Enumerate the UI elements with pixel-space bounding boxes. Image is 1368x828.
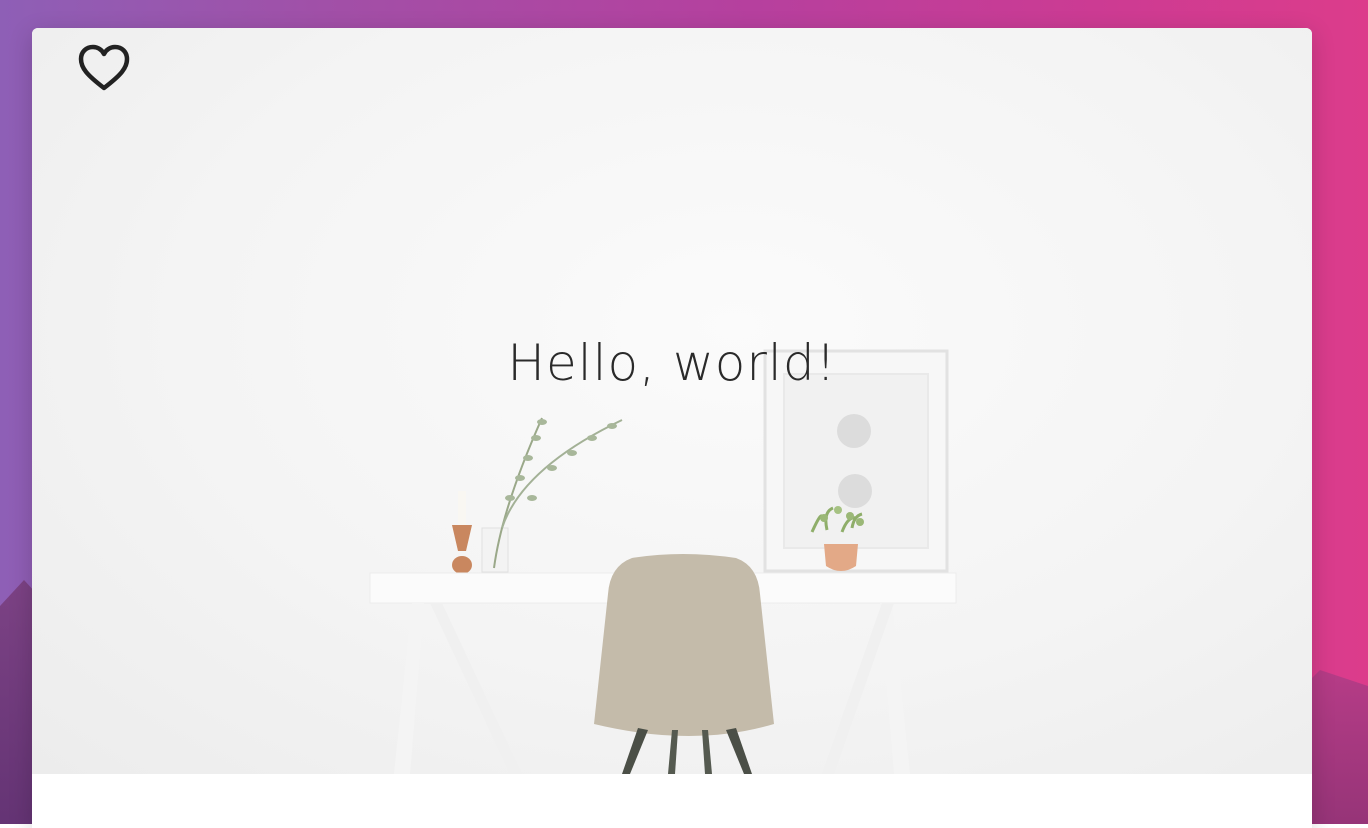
hero-desk-scene-image (369, 349, 957, 774)
beige-chair (594, 554, 774, 774)
glass-vase-with-eucalyptus (481, 417, 623, 573)
content-area (32, 774, 1312, 828)
hero-title: Hello, world! (507, 334, 837, 392)
hero-section: Hello, world! (32, 28, 1312, 774)
main-card: Hello, world! (32, 28, 1312, 828)
candle-holder (452, 491, 472, 574)
